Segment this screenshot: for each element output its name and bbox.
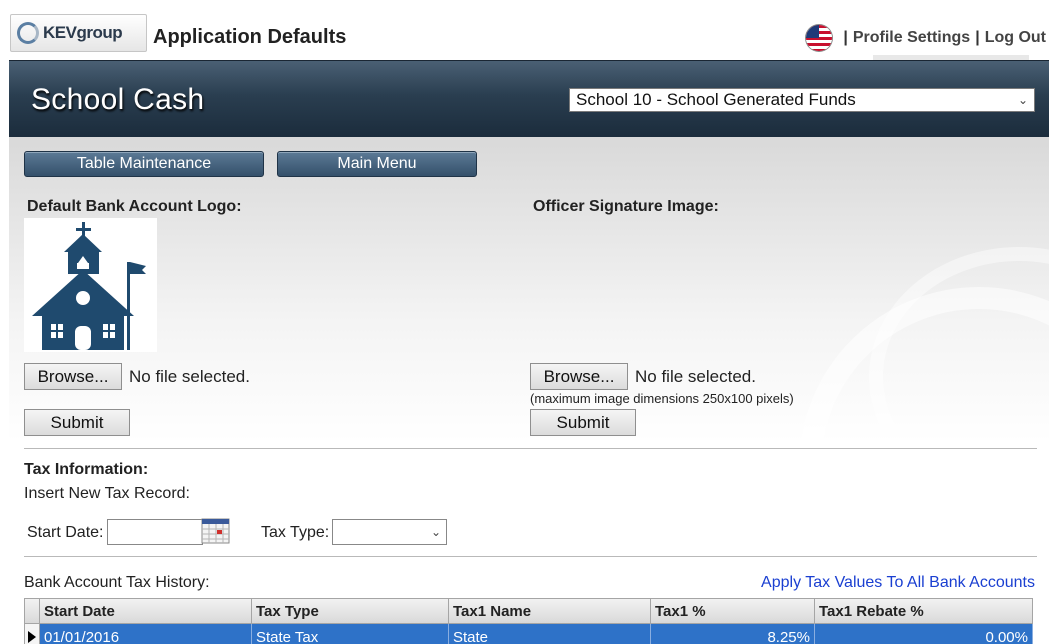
officer-signature-label: Officer Signature Image: [533, 198, 719, 215]
signature-file-status: No file selected. [635, 367, 756, 386]
logo-submit-button[interactable]: Submit [24, 409, 130, 436]
apply-tax-all-link[interactable]: Apply Tax Values To All Bank Accounts [761, 574, 1035, 592]
main-content: Table Maintenance Main Menu Default Bank… [9, 137, 1049, 644]
tax-type-select[interactable]: ⌄ [332, 519, 447, 545]
signature-browse-button[interactable]: Browse... [530, 363, 628, 390]
cell-tax1-percent[interactable]: 8.25% [651, 624, 815, 644]
tax-history-label: Bank Account Tax History: [24, 574, 210, 591]
kevgroup-logo[interactable]: KEVgroup [10, 14, 147, 52]
current-row-arrow-icon [28, 630, 36, 643]
column-header-start-date[interactable]: Start Date [40, 598, 252, 624]
cell-tax1-rebate[interactable]: 0.00% [815, 624, 1033, 644]
column-header-tax1-rebate[interactable]: Tax1 Rebate % [815, 598, 1033, 624]
school-select-value: School 10 - School Generated Funds [576, 90, 856, 109]
start-date-input[interactable] [107, 519, 203, 545]
profile-settings-link[interactable]: Profile Settings [853, 29, 970, 47]
chevron-down-icon: ⌄ [1017, 93, 1028, 107]
calendar-icon[interactable] [201, 517, 231, 544]
school-select[interactable]: School 10 - School Generated Funds ⌄ [569, 88, 1035, 112]
bank-logo-label: Default Bank Account Logo: [27, 198, 242, 215]
start-date-label: Start Date: [27, 524, 104, 541]
top-bar: KEVgroup Application Defaults | Profile … [0, 0, 1049, 61]
logo-browse-button[interactable]: Browse... [24, 363, 122, 390]
logo-file-status: No file selected. [129, 367, 250, 386]
insert-tax-label: Insert New Tax Record: [24, 485, 190, 502]
tax-history-grid: Start Date Tax Type Tax1 Name Tax1 % Tax… [24, 598, 1033, 644]
column-header-tax1-percent[interactable]: Tax1 % [651, 598, 815, 624]
chevron-down-icon: ⌄ [430, 525, 441, 539]
cell-tax-type[interactable]: State Tax [252, 624, 449, 644]
cell-tax1-name[interactable]: State [449, 624, 651, 644]
app-banner: School Cash School 10 - School Generated… [9, 60, 1049, 137]
signature-dimension-hint: (maximum image dimensions 250x100 pixels… [530, 391, 794, 406]
school-cash-brand: School Cash [31, 83, 205, 116]
tax-type-label: Tax Type: [261, 524, 330, 541]
grid-header-row: Start Date Tax Type Tax1 Name Tax1 % Tax… [24, 598, 1033, 624]
user-links: | Profile Settings | Log Out [806, 25, 1046, 51]
kevgroup-swirl-icon [17, 22, 39, 44]
main-menu-button[interactable]: Main Menu [277, 151, 477, 177]
link-separator: | [975, 29, 980, 46]
section-divider [24, 448, 1037, 450]
column-header-tax1-name[interactable]: Tax1 Name [449, 598, 651, 624]
tax-information-heading: Tax Information: [24, 461, 149, 478]
section-divider [24, 556, 1037, 558]
page-title: Application Defaults [153, 26, 347, 48]
cell-start-date[interactable]: 01/01/2016 [40, 624, 252, 644]
signature-submit-button[interactable]: Submit [530, 409, 636, 436]
row-selector[interactable] [24, 624, 40, 644]
us-flag-icon[interactable] [806, 25, 833, 51]
logo-text: KEVgroup [43, 23, 123, 42]
table-row[interactable]: 01/01/2016 State Tax State 8.25% 0.00% [24, 624, 1033, 644]
log-out-link[interactable]: Log Out [985, 29, 1046, 47]
table-maintenance-button[interactable]: Table Maintenance [24, 151, 264, 177]
column-header-tax-type[interactable]: Tax Type [252, 598, 449, 624]
row-indicator-header [24, 598, 40, 624]
school-house-logo-image [24, 218, 157, 352]
link-separator: | [843, 29, 848, 46]
